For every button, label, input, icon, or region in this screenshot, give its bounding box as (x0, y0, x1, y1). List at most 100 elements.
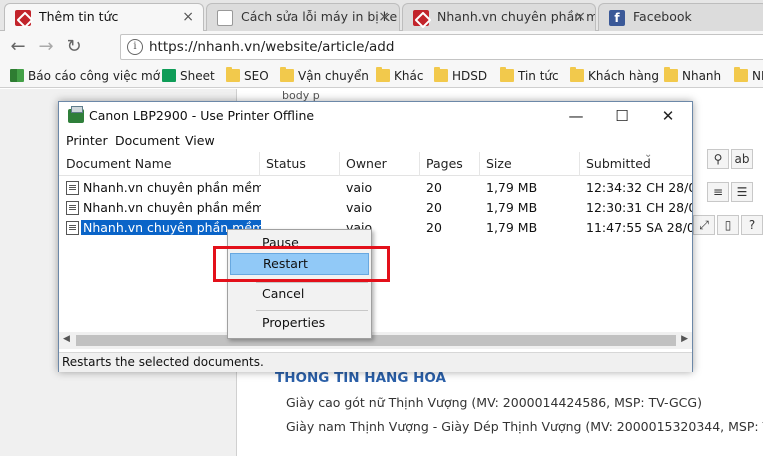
job-pages: 20 (426, 220, 442, 235)
job-name: Nhanh.vn chuyên phần mềm q... (83, 200, 261, 215)
close-icon[interactable]: × (182, 4, 194, 30)
page-icon (217, 10, 233, 26)
menu-view[interactable]: View (185, 133, 215, 148)
scroll-left-icon[interactable]: ◀ (63, 334, 70, 344)
address-bar[interactable]: i https://nhanh.vn/website/article/add (120, 34, 763, 60)
bookmark-hdsd[interactable]: HDSD (432, 66, 487, 86)
tab-them-tin-tuc[interactable]: Thêm tin tức × (4, 3, 204, 31)
align-justify-icon[interactable]: ☰ (731, 182, 753, 202)
find-icon[interactable]: ⚲ (707, 149, 729, 169)
close-button[interactable]: ✕ (645, 102, 691, 130)
tab-title: Cách sửa lỗi máy in bị ke (241, 9, 398, 24)
window-titlebar[interactable]: Canon LBP2900 - Use Printer Offline — ☐ … (59, 102, 692, 130)
bookmark-van-chuyen[interactable]: Vận chuyển (278, 66, 369, 86)
replace-icon[interactable]: ab (731, 149, 753, 169)
list-header: Document Name Status Owner Pages Size Su… (59, 149, 692, 176)
menu-document[interactable]: Document (115, 133, 180, 148)
scrollbar-thumb[interactable] (76, 335, 676, 346)
menu-printer[interactable]: Printer (66, 133, 108, 148)
scroll-right-icon[interactable]: ▶ (681, 334, 688, 344)
job-owner: vaio (346, 180, 373, 195)
tab-cach-sua-loi[interactable]: Cách sửa lỗi máy in bị ke × (206, 3, 400, 31)
bookmark-khach-hang[interactable]: Khách hàng (568, 66, 659, 86)
show-blocks-icon[interactable]: ▯ (717, 215, 739, 235)
job-size: 1,79 MB (486, 220, 538, 235)
sheet-icon (162, 69, 176, 82)
browser-tab-strip: Thêm tin tức × Cách sửa lỗi máy in bị ke… (0, 0, 763, 31)
column-document-name[interactable]: Document Name (60, 152, 260, 176)
status-bar: Restarts the selected documents. (59, 352, 692, 372)
bookmark-ni[interactable]: NI (732, 66, 763, 86)
job-row[interactable]: Nhanh.vn chuyên phần mềm q... vaio 20 1,… (59, 178, 692, 198)
folder-icon (500, 67, 514, 82)
window-title: Canon LBP2900 - Use Printer Offline (89, 108, 315, 123)
document-icon (66, 221, 79, 235)
folder-icon (570, 67, 584, 82)
browser-toolbar: ← → ↻ i https://nhanh.vn/website/article… (0, 31, 763, 64)
job-submitted: 12:30:31 CH 28/03/2 (586, 200, 692, 215)
nhanh-logo-icon (413, 10, 429, 26)
folder-icon (280, 67, 294, 82)
column-pages[interactable]: Pages (420, 152, 480, 176)
printer-queue-window: Canon LBP2900 - Use Printer Offline — ☐ … (58, 101, 693, 372)
bookmark-label: Tin tức (518, 69, 559, 83)
product-line: Giày cao gót nữ Thịnh Vượng (MV: 2000014… (286, 395, 702, 410)
column-status[interactable]: Status (260, 152, 340, 176)
job-status (266, 178, 336, 198)
folder-icon (376, 67, 390, 82)
menu-item-properties[interactable]: Properties (230, 312, 369, 334)
more-tools-icon[interactable]: ? (741, 215, 763, 235)
back-arrow-icon[interactable]: ← (6, 35, 30, 59)
tab-nhanh-vn[interactable]: Nhanh.vn chuyên phần m × (402, 3, 596, 31)
tab-title: Nhanh.vn chuyên phần m (437, 9, 596, 24)
bookmark-label: Báo cáo công việc mớ (28, 69, 161, 83)
reload-icon[interactable]: ↻ (62, 35, 86, 59)
column-owner[interactable]: Owner (340, 152, 420, 176)
job-submitted: 12:34:32 CH 28/03/2 (586, 180, 692, 195)
forward-arrow-icon[interactable]: → (34, 35, 58, 59)
close-icon[interactable]: × (378, 4, 390, 30)
job-status (266, 198, 336, 218)
align-center-icon[interactable]: ≡ (707, 182, 729, 202)
apps-icon (10, 69, 24, 82)
column-size[interactable]: Size (480, 152, 580, 176)
bookmark-label: Nhanh (682, 69, 722, 83)
bookmark-sheet[interactable]: Sheet (160, 66, 215, 86)
document-icon (66, 201, 79, 215)
menu-item-cancel[interactable]: Cancel (230, 283, 369, 305)
tab-facebook[interactable]: f Facebook (598, 3, 763, 31)
bookmark-seo[interactable]: SEO (224, 66, 269, 86)
product-line: Giày nam Thịnh Vượng - Giày Dép Thịnh Vư… (286, 419, 763, 434)
horizontal-scrollbar[interactable]: ◀ ▶ (59, 332, 692, 349)
bookmarks-bar: Báo cáo công việc mớ Sheet SEO Vận chuyể… (0, 64, 763, 88)
minimize-button[interactable]: — (553, 102, 599, 130)
job-row[interactable]: Nhanh.vn chuyên phần mềm q... vaio 20 1,… (59, 198, 692, 218)
column-label: Submitted (586, 156, 651, 171)
folder-icon (664, 67, 678, 82)
bookmark-tin-tuc[interactable]: Tin tức (498, 66, 559, 86)
job-submitted: 11:47:55 SA 28/03/2 (586, 220, 692, 235)
maximize-editor-icon[interactable]: ⤢ (693, 215, 715, 235)
column-submitted[interactable]: Submitted ⌄ (580, 149, 692, 176)
folder-icon (434, 67, 448, 82)
job-pages: 20 (426, 200, 442, 215)
bookmark-label: Khác (394, 69, 424, 83)
menu-bar: Printer Document View (59, 130, 692, 152)
info-icon[interactable]: i (127, 39, 143, 55)
highlight-annotation-box (213, 246, 390, 282)
facebook-icon: f (609, 10, 625, 26)
bookmark-label: SEO (244, 69, 269, 83)
bookmark-label: NI (752, 69, 763, 83)
close-icon[interactable]: × (574, 4, 586, 30)
maximize-button[interactable]: ☐ (599, 102, 645, 130)
menu-separator (256, 310, 368, 311)
bookmark-khac[interactable]: Khác (374, 66, 423, 86)
printer-icon (68, 106, 84, 123)
bookmark-nhanh[interactable]: Nhanh (662, 66, 721, 86)
job-row-selected[interactable]: Nhanh.vn chuyên phần mềm q... vaio 20 1,… (59, 218, 692, 238)
folder-icon (226, 67, 240, 82)
bookmark-bao-cao[interactable]: Báo cáo công việc mớ (8, 66, 160, 86)
url-text: https://nhanh.vn/website/article/add (149, 39, 395, 55)
job-owner: vaio (346, 200, 373, 215)
tab-title: Facebook (633, 9, 692, 24)
